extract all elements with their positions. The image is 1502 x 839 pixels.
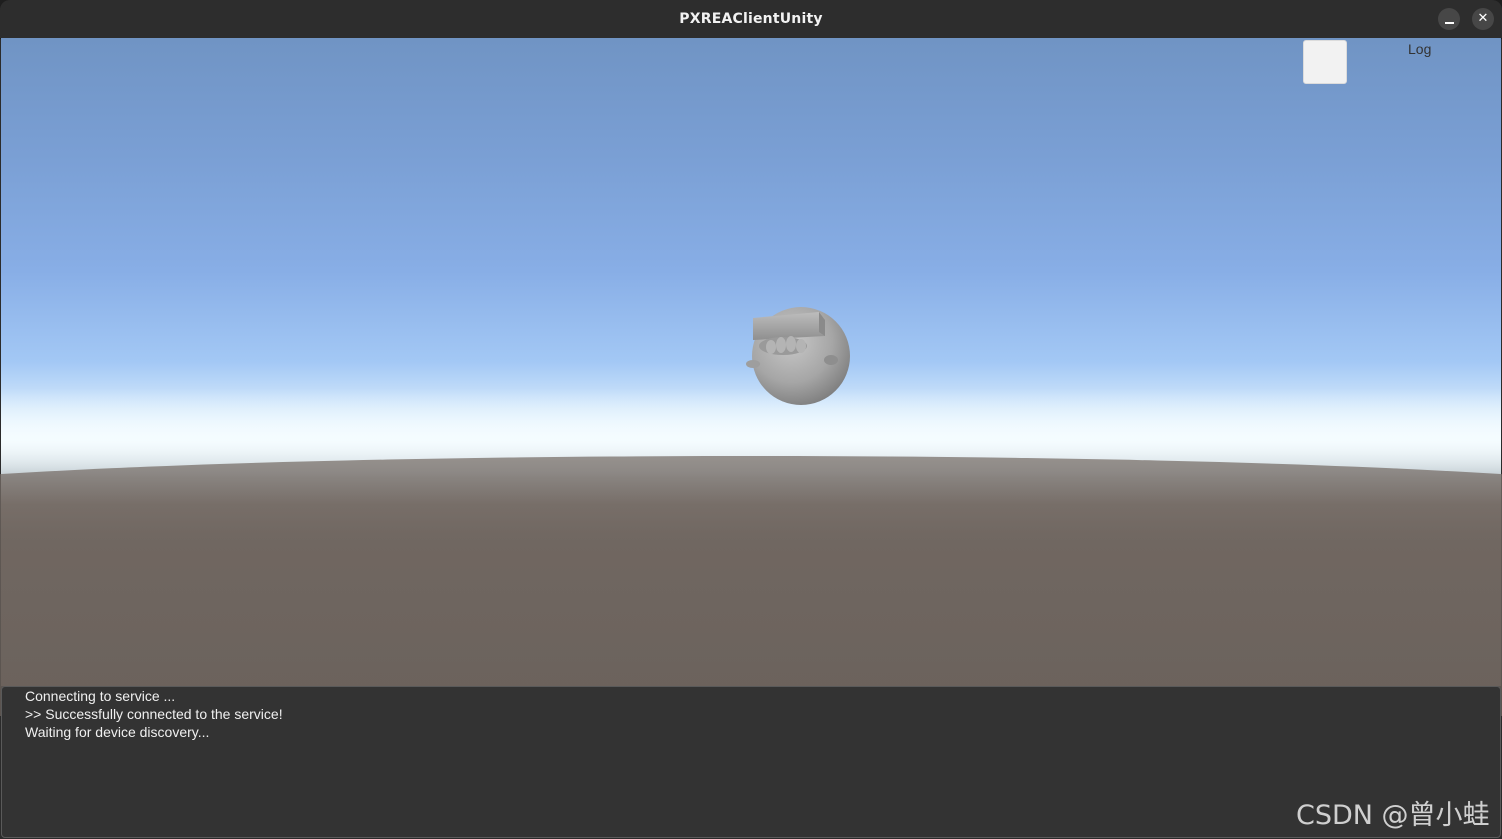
right-hand-shape: [824, 355, 838, 365]
toggle-button[interactable]: [1303, 40, 1347, 84]
ground-plane: [0, 456, 1502, 716]
close-button[interactable]: ✕: [1472, 8, 1494, 30]
minimize-icon: [1444, 22, 1454, 24]
watermark: CSDN @曾小蛙: [1296, 800, 1490, 831]
minimize-button[interactable]: [1438, 8, 1460, 30]
app-window: PXREAClientUnity ✕ Log Connecting to ser…: [0, 0, 1502, 839]
log-console[interactable]: Connecting to service ... >> Successfull…: [1, 686, 1501, 838]
window-title: PXREAClientUnity: [679, 11, 823, 27]
console-line: >> Successfully connected to the service…: [25, 706, 283, 722]
headset-box: [753, 312, 825, 340]
console-line: Waiting for device discovery...: [25, 724, 210, 740]
title-bar[interactable]: PXREAClientUnity ✕: [0, 0, 1502, 39]
close-icon: ✕: [1477, 11, 1489, 26]
avatar-head-model: [746, 307, 850, 405]
game-viewport[interactable]: Log: [0, 38, 1502, 716]
console-line: Connecting to service ...: [25, 688, 176, 704]
log-button[interactable]: Log: [1408, 41, 1431, 57]
